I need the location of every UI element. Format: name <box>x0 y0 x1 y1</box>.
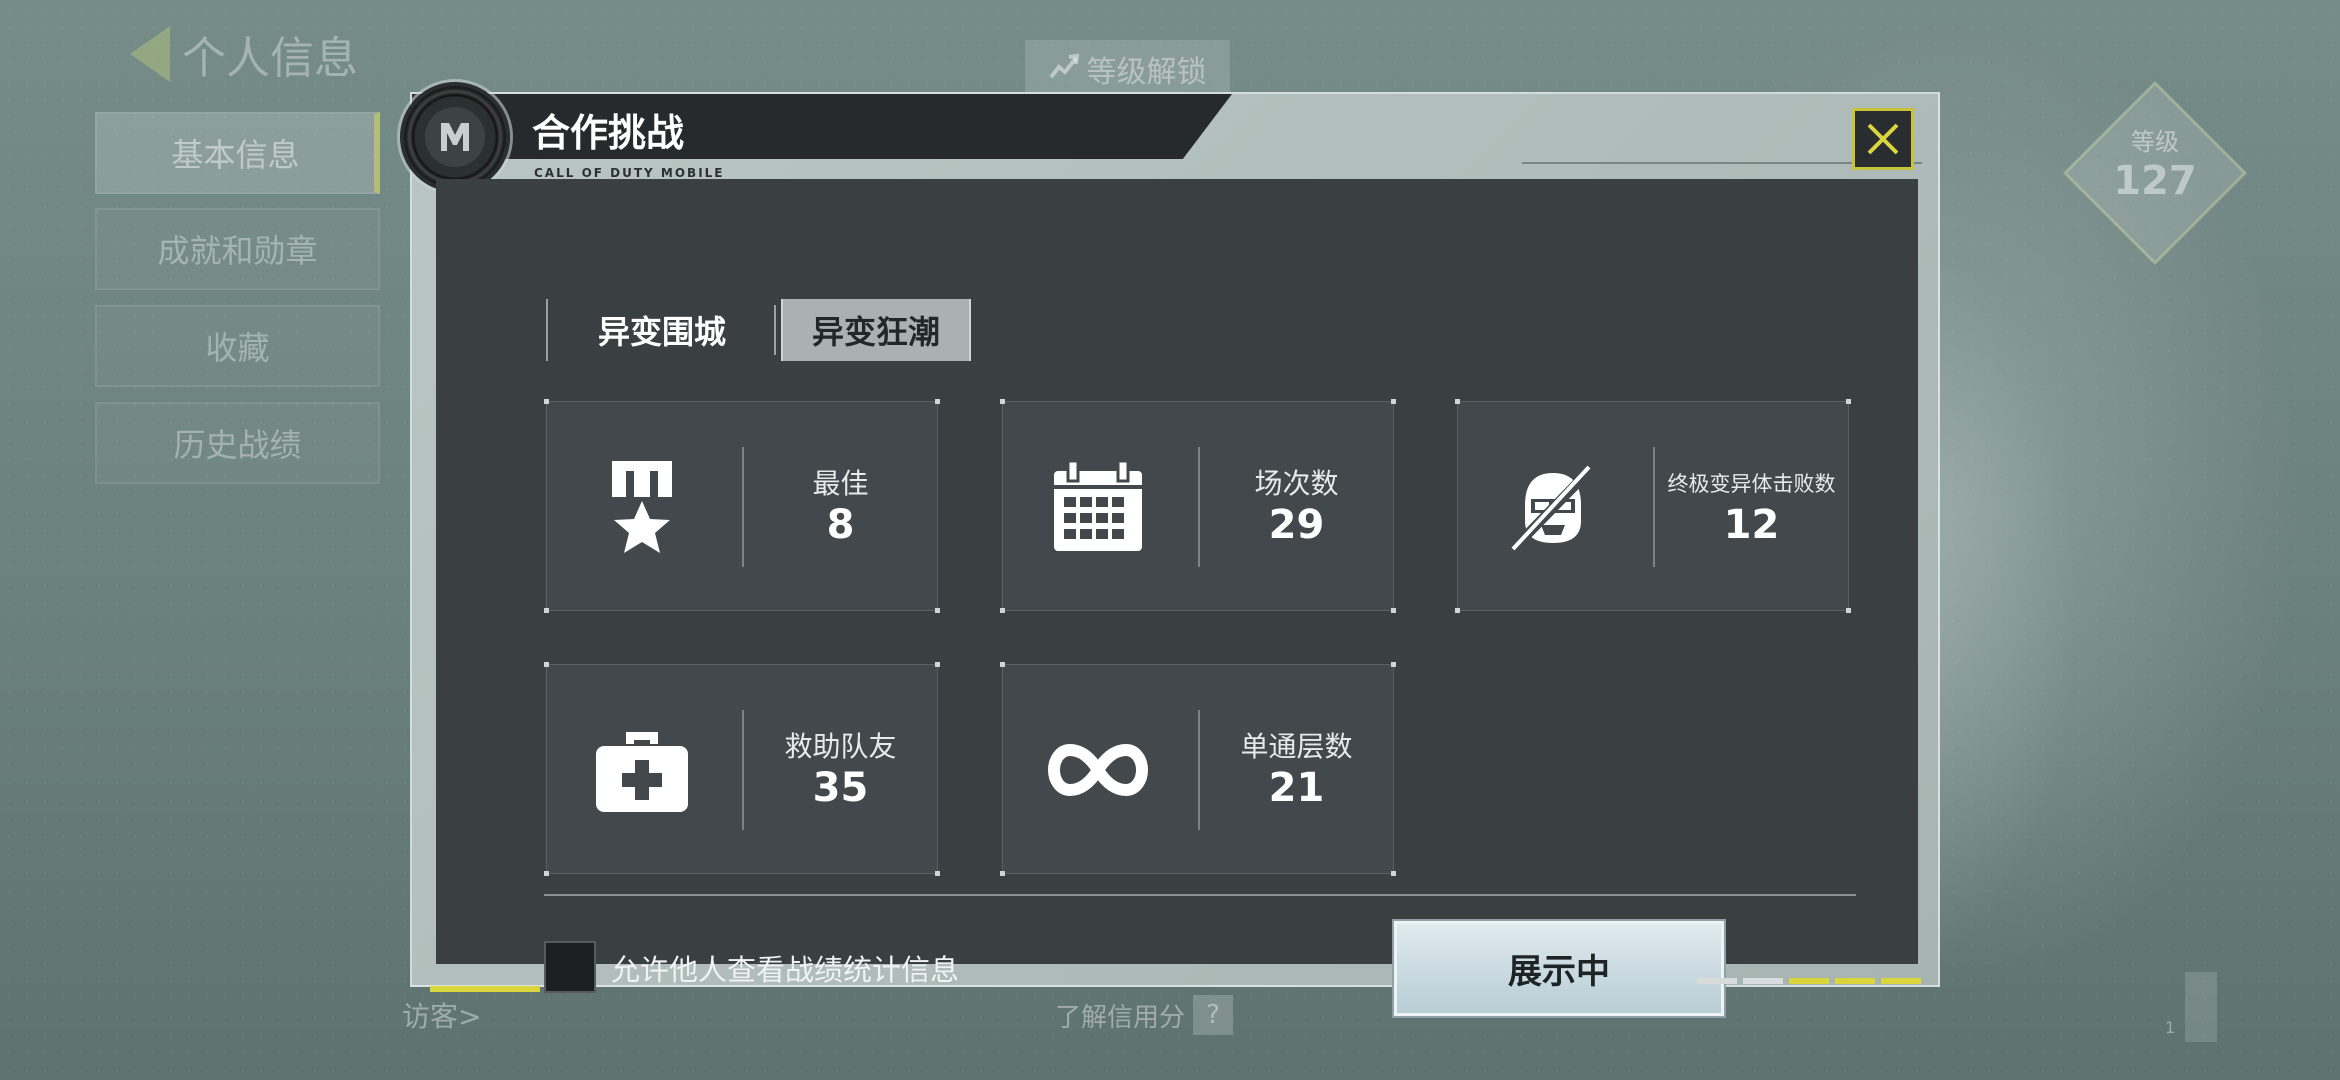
allow-others-checkbox[interactable] <box>544 941 596 993</box>
display-button[interactable]: 展示中 <box>1392 919 1726 1018</box>
stat-value: 35 <box>812 765 869 811</box>
tab-mutation-frenzy[interactable]: 异变狂潮 <box>781 299 971 361</box>
cod-emblem-icon <box>400 82 510 192</box>
stat-label: 终极变异体击败数 <box>1667 472 1836 496</box>
bg-sidebar-item-basic-info: 基本信息 <box>95 112 380 194</box>
help-icon: ? <box>1193 995 1234 1035</box>
tab-separator <box>774 305 776 355</box>
modal-decor-progress <box>1697 978 1921 984</box>
background-page-title: 个人信息 <box>182 33 358 84</box>
tab-mutation-siege[interactable]: 异变围城 <box>546 299 776 361</box>
bg-sidebar-item-achievements: 成就和勋章 <box>95 208 380 290</box>
bg-level-unlock-button: 等级解锁 <box>1025 40 1230 98</box>
bg-level-unlock-label: 等级解锁 <box>1086 55 1207 90</box>
stat-card-revives: 救助队友 35 <box>544 662 940 876</box>
bg-credit-label: 了解信用分 <box>1055 1002 1186 1033</box>
stat-card-matches: 场次数 29 <box>1000 399 1396 613</box>
bg-scroll-count: 1 <box>2165 1018 2176 1037</box>
panel-divider <box>544 894 1856 896</box>
stat-value: 21 <box>1268 765 1325 811</box>
stat-card-ultimate-mutant-kills: 终极变异体击败数 12 <box>1455 399 1851 613</box>
stat-card-best: 最佳 8 <box>544 399 940 613</box>
stat-label: 救助队友 <box>784 730 897 763</box>
stat-card-single-run-floors: 单通层数 21 <box>1000 662 1396 876</box>
bg-level-label: 等级 <box>2131 128 2179 156</box>
stat-label: 单通层数 <box>1240 730 1353 763</box>
back-arrow-icon[interactable] <box>130 26 170 82</box>
background-header: 个人信息 <box>130 22 358 86</box>
bg-sidebar-item-history: 历史战绩 <box>95 402 380 484</box>
modal-title: 合作挑战 <box>532 111 685 155</box>
stat-value: 12 <box>1723 502 1780 548</box>
infinity-icon <box>1043 715 1153 825</box>
close-button[interactable] <box>1852 108 1914 170</box>
bg-level-value: 127 <box>2113 157 2197 204</box>
calendar-icon <box>1043 452 1153 562</box>
zombie-kill-icon <box>1498 452 1608 562</box>
stat-value: 29 <box>1268 502 1325 548</box>
stats-panel: 异变围城 异变狂潮 最佳 8 场次数 29 终极变异体击败数 12 救助队友 3… <box>436 179 1918 1018</box>
medal-star-icon <box>587 452 697 562</box>
modal-subtitle: CALL OF DUTY MOBILE <box>534 166 725 180</box>
stat-label: 最佳 <box>812 467 869 500</box>
stat-value: 8 <box>826 502 855 548</box>
coop-challenge-modal: 合作挑战 CALL OF DUTY MOBILE 异变围城 异变狂潮 最佳 8 … <box>400 82 1940 1018</box>
stat-label: 场次数 <box>1254 467 1339 500</box>
chart-up-icon <box>1048 52 1079 87</box>
bg-sidebar-item-collection: 收藏 <box>95 305 380 387</box>
modal-accent-bar <box>430 986 540 992</box>
allow-others-label: 允许他人查看战绩统计信息 <box>611 953 960 987</box>
bg-scroll-left-arrow <box>2185 972 2217 1042</box>
close-icon <box>1867 123 1899 155</box>
medkit-icon <box>587 715 697 825</box>
bg-visitor-label: 访客> <box>402 1000 482 1033</box>
bg-level-text: 等级 127 <box>2090 128 2220 205</box>
bg-credit-link: 了解信用分 ? <box>1055 995 1234 1035</box>
